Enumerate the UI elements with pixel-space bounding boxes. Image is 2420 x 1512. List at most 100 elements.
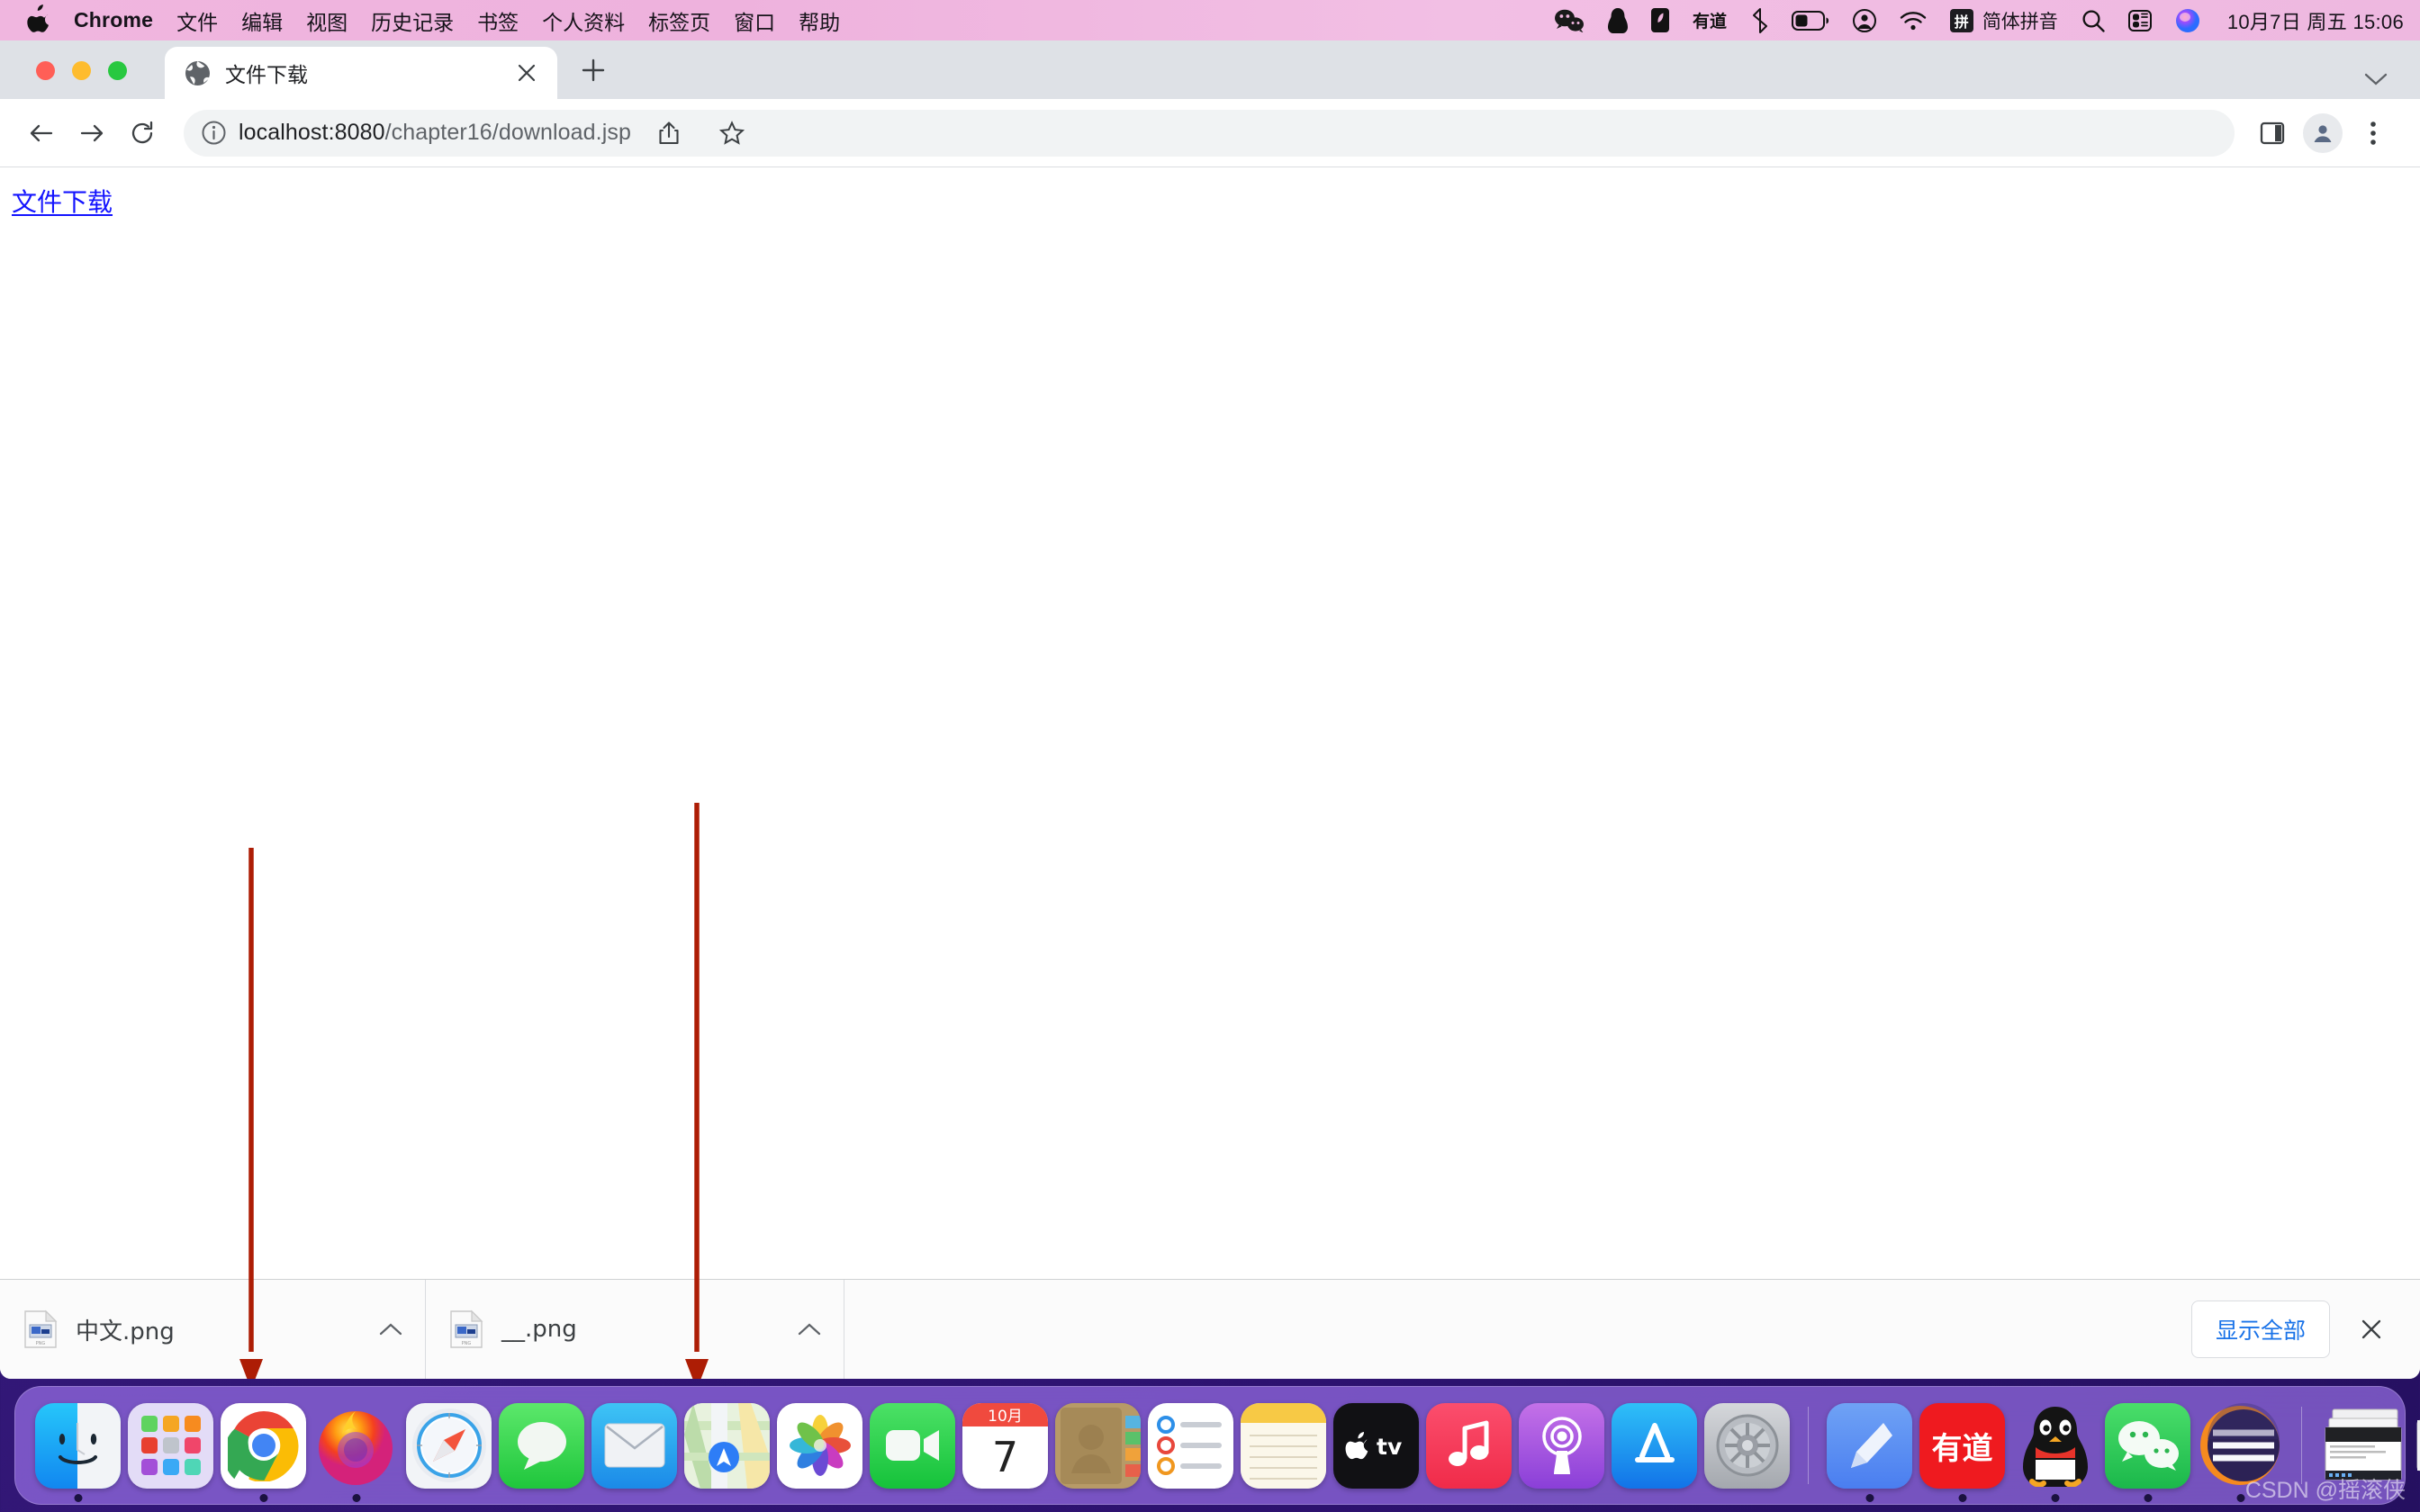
download-shelf: PNG 中文.png PNG __.png 显示全部	[0, 1279, 2420, 1379]
side-panel-icon[interactable]	[2247, 108, 2298, 158]
menubar-item-profiles[interactable]: 个人资料	[542, 5, 625, 36]
url-path: /chapter16/download.jsp	[384, 120, 631, 145]
control-center-icon[interactable]	[2127, 7, 2152, 34]
ime-badge: 拼	[1949, 8, 1973, 32]
reload-button[interactable]	[117, 108, 167, 158]
back-button[interactable]	[16, 108, 67, 158]
download-item-filename: __.png	[501, 1316, 577, 1343]
browser-tabstrip: 文件下载	[0, 40, 2420, 99]
address-bar-url: localhost:8080/chapter16/download.jsp	[239, 120, 631, 146]
browser-tab-title: 文件下载	[225, 63, 308, 86]
menubar-item-history[interactable]: 历史记录	[371, 5, 454, 36]
macos-dock: 10月 7 tv 有道	[14, 1386, 2420, 1505]
dock-item-facetime[interactable]	[870, 1402, 955, 1489]
search-icon[interactable]	[2081, 7, 2105, 34]
page-content-area: 文件下载	[0, 167, 2420, 1379]
dock-item-bear-notes[interactable]	[1827, 1402, 1912, 1489]
png-file-icon: PNG	[23, 1310, 58, 1349]
menubar-app-name[interactable]: Chrome	[74, 8, 153, 32]
dock-item-mail[interactable]	[591, 1402, 677, 1489]
file-download-link[interactable]: 文件下载	[12, 183, 113, 219]
dock-item-contacts[interactable]	[1055, 1402, 1141, 1489]
dock-item-apple-tv[interactable]: tv	[1333, 1402, 1419, 1489]
tab-search-chevron-icon[interactable]	[2364, 72, 2388, 86]
menubar-item-file[interactable]: 文件	[176, 5, 218, 36]
dock-item-app-store[interactable]	[1612, 1402, 1697, 1489]
dock-item-wechat[interactable]	[2105, 1402, 2190, 1489]
menubar-item-edit[interactable]: 编辑	[241, 5, 283, 36]
download-item[interactable]: PNG 中文.png	[0, 1279, 426, 1379]
dock-item-safari[interactable]	[406, 1402, 492, 1489]
svg-text:有道: 有道	[1693, 11, 1727, 32]
share-icon[interactable]	[644, 108, 694, 158]
bluetooth-icon[interactable]	[1752, 7, 1768, 34]
window-close-button[interactable]	[36, 61, 55, 80]
input-method-indicator[interactable]: 拼 简体拼音	[1949, 7, 2058, 34]
bookmark-star-icon[interactable]	[707, 108, 757, 158]
notes-icon[interactable]	[1650, 7, 1669, 34]
new-tab-button[interactable]	[570, 47, 617, 94]
dock-item-system-preferences[interactable]	[1704, 1402, 1790, 1489]
globe-icon	[185, 60, 211, 86]
wifi-icon[interactable]	[1900, 7, 1927, 34]
ime-label: 简体拼音	[1982, 11, 2058, 32]
dock-item-music[interactable]	[1426, 1402, 1512, 1489]
chevron-up-icon[interactable]	[366, 1304, 416, 1354]
siri-icon[interactable]	[2175, 7, 2200, 34]
close-download-shelf-icon[interactable]	[2350, 1308, 2393, 1351]
wechat-icon[interactable]	[1554, 7, 1585, 34]
youdao-icon[interactable]: 有道	[1693, 7, 1729, 34]
chevron-up-icon[interactable]	[784, 1304, 835, 1354]
dock-item-finder[interactable]	[35, 1402, 121, 1489]
menubar-item-view[interactable]: 视图	[306, 5, 348, 36]
dock-item-calendar[interactable]: 10月 7	[962, 1402, 1048, 1489]
three-dot-menu-icon[interactable]	[2348, 108, 2398, 158]
dock-item-qq[interactable]	[2012, 1403, 2098, 1489]
chrome-browser-window: 文件下载 localhost:8080/chapter16/download.j…	[0, 40, 2420, 1379]
dock-item-launchpad[interactable]	[128, 1402, 213, 1489]
youdao-label: 有道	[1931, 1430, 1993, 1467]
dock-item-podcasts[interactable]	[1519, 1402, 1604, 1489]
qq-penguin-icon[interactable]	[1607, 7, 1628, 34]
menubar-clock[interactable]: 10月7日 周五 15:06	[2227, 6, 2404, 35]
apple-logo-icon[interactable]	[27, 4, 50, 32]
dock-item-firefox[interactable]	[313, 1403, 399, 1489]
tab-close-icon[interactable]	[509, 55, 545, 91]
menubar-item-help[interactable]: 帮助	[799, 5, 840, 36]
menubar-item-window[interactable]: 窗口	[734, 5, 775, 36]
dock-item-messages[interactable]	[499, 1402, 584, 1489]
battery-icon[interactable]	[1791, 7, 1829, 34]
macos-menubar: Chrome 文件 编辑 视图 历史记录 书签 个人资料 标签页 窗口 帮助 有…	[0, 0, 2420, 40]
menubar-item-bookmarks[interactable]: 书签	[477, 5, 519, 36]
menubar-item-tabs[interactable]: 标签页	[648, 5, 710, 36]
address-bar[interactable]: localhost:8080/chapter16/download.jsp	[184, 108, 2235, 158]
svg-text:PNG: PNG	[36, 1341, 46, 1346]
dock-item-photos[interactable]	[777, 1402, 862, 1489]
dock-item-maps[interactable]	[684, 1402, 770, 1489]
dock-item-notes[interactable]	[1241, 1402, 1326, 1489]
window-maximize-button[interactable]	[108, 61, 127, 80]
arrow-to-second-download	[685, 803, 709, 1379]
url-host: localhost:8080	[239, 120, 385, 145]
dock-item-reminders[interactable]	[1148, 1402, 1233, 1489]
csdn-watermark: CSDN @摇滚侠	[2244, 1478, 2406, 1503]
dock-divider	[1808, 1407, 1809, 1484]
minimized-finder-window-1[interactable]	[2415, 1404, 2420, 1487]
user-account-icon[interactable]	[1852, 7, 1876, 34]
download-item[interactable]: PNG __.png	[426, 1279, 844, 1379]
png-file-icon: PNG	[449, 1310, 483, 1349]
dock-item-youdao[interactable]: 有道	[1919, 1402, 2005, 1489]
browser-tab-active[interactable]: 文件下载	[165, 47, 557, 99]
show-all-downloads-button[interactable]: 显示全部	[2190, 1300, 2330, 1358]
site-info-icon[interactable]	[202, 121, 226, 145]
browser-toolbar: localhost:8080/chapter16/download.jsp	[0, 99, 2420, 167]
download-item-filename: 中文.png	[76, 1318, 175, 1346]
window-minimize-button[interactable]	[72, 61, 91, 80]
window-traffic-lights	[36, 61, 127, 80]
svg-text:tv: tv	[1377, 1434, 1402, 1460]
calendar-day-label: 7	[991, 1433, 1019, 1481]
profile-avatar[interactable]	[2303, 112, 2343, 153]
arrow-to-first-download	[239, 848, 263, 1379]
dock-item-google-chrome[interactable]	[221, 1402, 306, 1489]
forward-button[interactable]	[67, 108, 117, 158]
